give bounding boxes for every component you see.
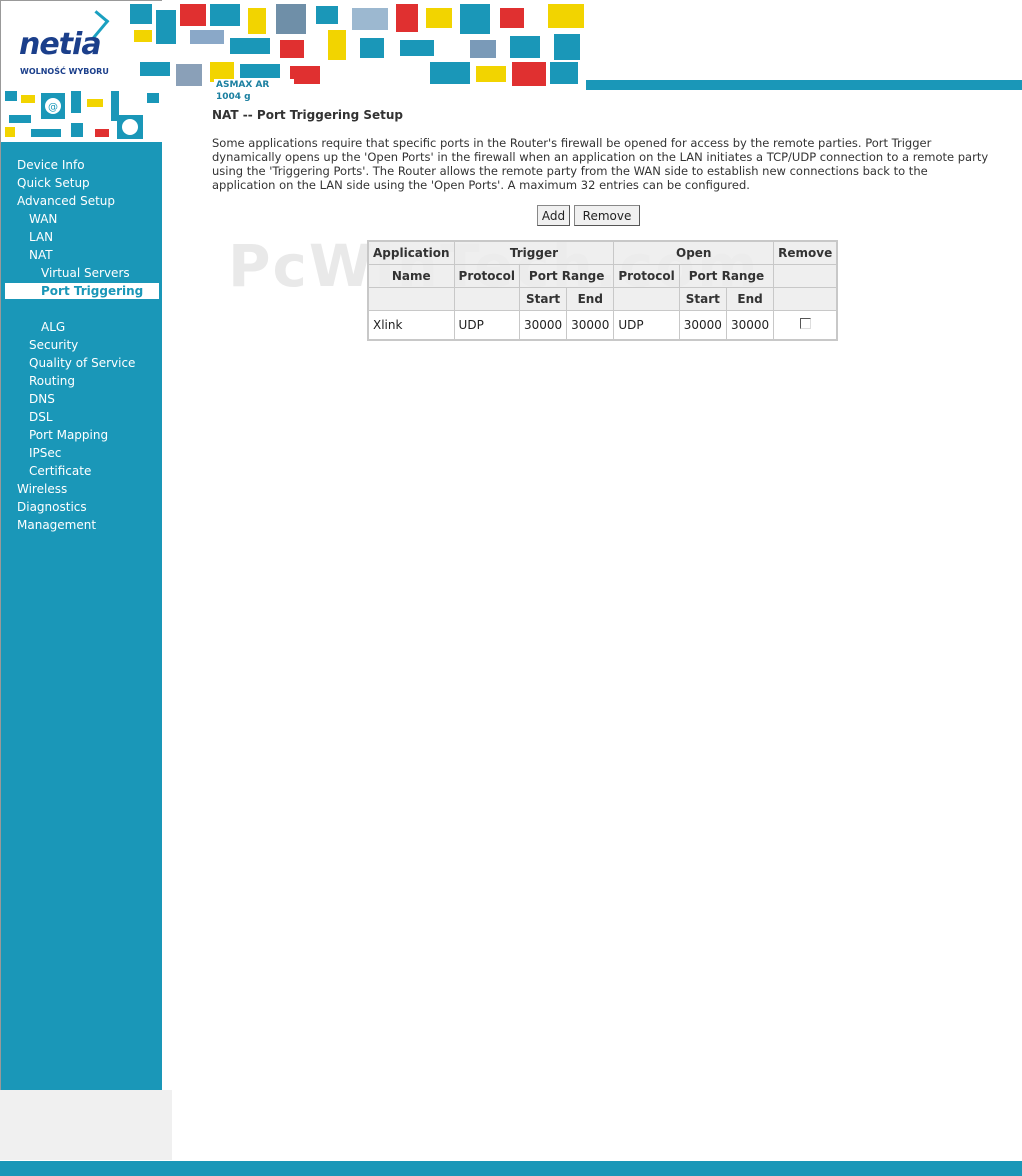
header-trigger: Trigger [453, 240, 615, 265]
cell-open-end: 30000 [725, 310, 775, 341]
sidebar-item-dns[interactable]: DNS [29, 391, 55, 407]
cell-trigger-end: 30000 [566, 310, 615, 341]
sidebar-item-wireless[interactable]: Wireless [17, 481, 67, 497]
svg-text:@: @ [48, 102, 58, 113]
sidebar-item-alg[interactable]: ALG [41, 319, 65, 335]
sidebar-item-device-info[interactable]: Device Info [17, 157, 85, 173]
logo-mosaic: @ [5, 91, 159, 139]
brand-name: netia [19, 27, 102, 62]
remove-button[interactable]: Remove [574, 205, 640, 226]
header-open-port-range: Port Range [678, 264, 775, 288]
table-header-row: Application Trigger Open Remove [367, 240, 838, 265]
sidebar-item-quality-of-service[interactable]: Quality of Service [29, 355, 135, 371]
header-empty [773, 287, 838, 311]
header-open-protocol: Protocol [613, 264, 680, 288]
model-label: ASMAX AR 1004 g [214, 79, 294, 102]
cell-trigger-start: 30000 [518, 310, 568, 341]
sidebar-item-advanced-setup[interactable]: Advanced Setup [17, 193, 115, 209]
sidebar-item-quick-setup[interactable]: Quick Setup [17, 175, 90, 191]
add-button[interactable]: Add [537, 205, 570, 226]
header-open: Open [613, 240, 775, 265]
cell-open-start: 30000 [678, 310, 727, 341]
header-trigger-protocol: Protocol [453, 264, 520, 288]
header-empty [367, 287, 455, 311]
page-title: NAT -- Port Triggering Setup [212, 108, 403, 122]
header-empty [453, 287, 520, 311]
header-trigger-port-range: Port Range [518, 264, 615, 288]
sidebar-item-management[interactable]: Management [17, 517, 96, 533]
table-header-row: Start End Start End [367, 287, 838, 311]
sidebar-item-lan[interactable]: LAN [29, 229, 53, 245]
sidebar-item-dsl[interactable]: DSL [29, 409, 53, 425]
cell-trigger-protocol: UDP [453, 310, 520, 341]
remove-checkbox[interactable] [799, 318, 811, 329]
sidebar-item-routing[interactable]: Routing [29, 373, 75, 389]
sidebar-item-port-mapping[interactable]: Port Mapping [29, 427, 108, 443]
sidebar-item-certificate[interactable]: Certificate [29, 463, 91, 479]
cell-remove [773, 310, 838, 341]
sidebar-item-diagnostics[interactable]: Diagnostics [17, 499, 87, 515]
sidebar-item-virtual-servers[interactable]: Virtual Servers [41, 265, 130, 281]
header-trigger-end: End [566, 287, 615, 311]
page-description: Some applications require that specific … [212, 136, 989, 192]
sidebar-item-ipsec[interactable]: IPSec [29, 445, 61, 461]
header-strip [586, 80, 1022, 90]
header-open-start: Start [678, 287, 727, 311]
sidebar-item-nat[interactable]: NAT [29, 247, 53, 263]
sidebar-item-security[interactable]: Security [29, 337, 78, 353]
port-triggering-table: Application Trigger Open Remove Name Pro… [367, 240, 839, 341]
header-banner [130, 0, 586, 92]
header-application: Application [367, 240, 455, 265]
sidebar-item-wan[interactable]: WAN [29, 211, 57, 227]
header-empty [773, 264, 838, 288]
header-open-end: End [725, 287, 775, 311]
table-row: Xlink UDP 30000 30000 UDP 30000 30000 [367, 310, 838, 341]
sidebar-item-port-triggering[interactable]: Port Triggering [5, 283, 159, 299]
header-name: Name [367, 264, 455, 288]
cell-name: Xlink [367, 310, 455, 341]
sidebar-footer [0, 1090, 172, 1160]
header-empty [613, 287, 680, 311]
brand-tagline: WOLNOŚĆ WYBORU [20, 67, 109, 76]
cell-open-protocol: UDP [613, 310, 680, 341]
table-header-row: Name Protocol Port Range Protocol Port R… [367, 264, 838, 288]
header-trigger-start: Start [518, 287, 568, 311]
footer-bar [0, 1161, 1022, 1176]
header-remove: Remove [773, 240, 838, 265]
